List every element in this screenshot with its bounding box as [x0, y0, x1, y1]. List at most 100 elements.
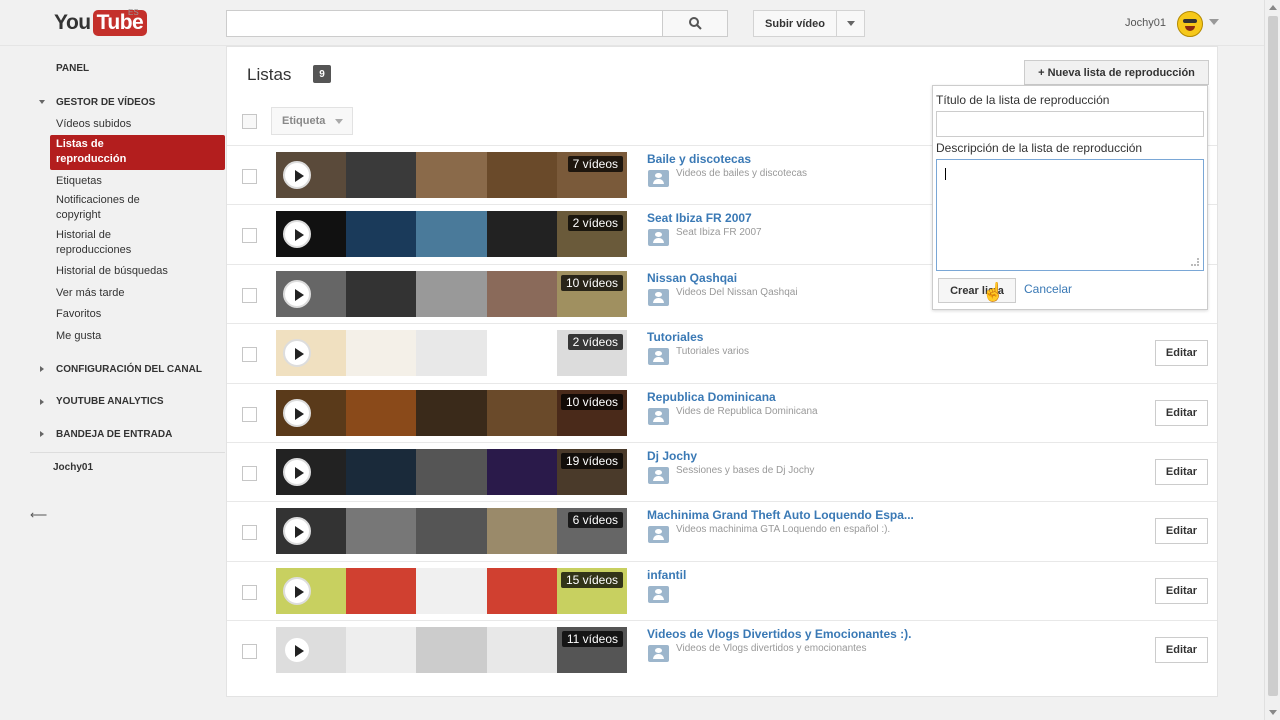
play-icon[interactable] — [283, 576, 311, 605]
playlist-thumbnail[interactable]: 6 vídeos — [276, 508, 627, 555]
select-all-checkbox[interactable] — [242, 114, 257, 129]
edit-button[interactable]: Editar — [1155, 577, 1208, 604]
playlist-title[interactable]: Dj Jochy — [647, 449, 697, 463]
search-button[interactable] — [662, 10, 728, 37]
upload-dropdown-button[interactable] — [836, 10, 865, 37]
play-icon[interactable] — [283, 636, 311, 665]
username[interactable]: Jochy01 — [1125, 17, 1166, 29]
playlist-description: Videos Del Nissan Qashqai — [676, 286, 798, 298]
scroll-up-icon[interactable] — [1269, 5, 1277, 10]
sidebar-item-playlists-label[interactable]: Listas de reproducción — [56, 137, 166, 167]
video-count: 19 vídeos — [560, 453, 623, 469]
row-checkbox[interactable] — [242, 347, 257, 363]
privacy-icon — [648, 229, 669, 247]
row-checkbox[interactable] — [242, 466, 257, 481]
edit-button[interactable]: Editar — [1155, 637, 1208, 664]
thumbnail-frame — [486, 627, 557, 674]
playlist-desc-label: Descripción de la lista de reproducción — [936, 141, 1143, 155]
scrollbar[interactable] — [1264, 0, 1280, 720]
sidebar-item-tags[interactable]: Etiquetas — [56, 174, 216, 189]
upload-button[interactable]: Subir vídeo — [753, 10, 837, 37]
row-checkbox[interactable] — [242, 169, 257, 184]
playlist-row[interactable]: 10 vídeos Republica Dominicana Vides de Re… — [227, 382, 1217, 442]
playlist-desc-textarea[interactable] — [936, 159, 1204, 271]
playlist-title[interactable]: Machinima Grand Theft Auto Loquendo Espa… — [647, 508, 914, 522]
youtube-logo[interactable]: You Tube ES — [54, 8, 148, 36]
row-checkbox[interactable] — [242, 228, 257, 244]
play-icon[interactable] — [283, 458, 311, 486]
edit-button[interactable]: Editar — [1155, 459, 1208, 485]
expand-icon[interactable] — [40, 431, 44, 437]
resize-grip-icon[interactable] — [1191, 258, 1199, 266]
play-icon[interactable] — [283, 161, 311, 189]
sidebar-inbox[interactable]: BANDEJA DE ENTRADA — [56, 429, 172, 440]
sidebar-item-watch-later[interactable]: Ver más tarde — [56, 286, 216, 301]
playlist-title[interactable]: Nissan Qashqai — [647, 271, 737, 285]
expand-icon[interactable] — [39, 100, 45, 104]
sidebar-video-manager[interactable]: GESTOR DE VÍDEOS — [56, 97, 155, 108]
playlist-row[interactable]: 11 vídeos Videos de Vlogs Divertidos y Em… — [227, 620, 1217, 679]
row-checkbox[interactable] — [242, 644, 257, 660]
playlist-thumbnail[interactable]: 10 vídeos — [276, 389, 627, 436]
back-arrow-icon[interactable]: ⟵ — [30, 508, 47, 522]
playlist-row[interactable]: 2 vídeos Tutoriales Tutoriales varios Edita… — [227, 323, 1217, 382]
play-icon[interactable] — [283, 339, 311, 368]
new-playlist-button[interactable]: + Nueva lista de reproducción — [1024, 60, 1209, 85]
sidebar-panel[interactable]: PANEL — [56, 63, 89, 74]
play-icon[interactable] — [283, 279, 311, 308]
sidebar-item-favorites[interactable]: Favoritos — [56, 307, 216, 322]
sidebar-channel-settings[interactable]: CONFIGURACIÓN DEL CANAL — [56, 364, 202, 375]
playlist-row[interactable]: 15 vídeos infantil Editar — [227, 560, 1217, 620]
expand-icon[interactable] — [40, 399, 44, 405]
thumbnail-frame — [416, 330, 487, 377]
text-caret — [945, 168, 946, 180]
scroll-thumb[interactable] — [1268, 16, 1278, 696]
playlist-thumbnail[interactable]: 15 vídeos — [276, 567, 627, 614]
playlist-title[interactable]: infantil — [647, 568, 686, 582]
tag-dropdown[interactable]: Etiqueta — [271, 107, 353, 135]
search-input[interactable] — [226, 10, 663, 37]
thumbnail-frame — [416, 152, 487, 198]
row-checkbox[interactable] — [242, 525, 257, 541]
sidebar-item-copyright[interactable]: Notificaciones de copyright — [56, 193, 151, 223]
sidebar-item-search-history[interactable]: Historial de búsquedas — [56, 264, 216, 279]
sidebar: PANEL GESTOR DE VÍDEOS Vídeos subidos Li… — [0, 46, 225, 720]
playlist-title[interactable]: Baile y discotecas — [647, 152, 751, 166]
playlist-description: Tutoriales varios — [676, 346, 749, 358]
sidebar-back-user[interactable]: Jochy01 — [53, 462, 93, 473]
row-checkbox[interactable] — [242, 287, 257, 303]
playlist-thumbnail[interactable]: 19 vídeos — [276, 449, 627, 495]
sidebar-analytics[interactable]: YOUTUBE ANALYTICS — [56, 396, 164, 407]
playlist-title[interactable]: Videos de Vlogs Divertidos y Emocionante… — [647, 627, 912, 641]
sidebar-item-uploaded-videos[interactable]: Vídeos subidos — [56, 117, 216, 132]
account-menu-caret-icon[interactable] — [1209, 19, 1219, 25]
playlist-thumbnail[interactable]: 2 vídeos — [276, 330, 627, 377]
playlist-thumbnail[interactable]: 10 vídeos — [276, 270, 627, 317]
playlist-description: Vides de Republica Dominicana — [676, 405, 818, 417]
avatar[interactable] — [1177, 11, 1203, 37]
playlist-row[interactable]: 6 vídeos Machinima Grand Theft Auto Loque… — [227, 501, 1217, 560]
edit-button[interactable]: Editar — [1155, 399, 1208, 426]
row-checkbox[interactable] — [242, 406, 257, 422]
playlist-title-input[interactable] — [936, 111, 1204, 137]
thumbnail-frame — [346, 389, 417, 436]
thumbnail-frame — [416, 449, 487, 495]
sidebar-item-likes[interactable]: Me gusta — [56, 329, 216, 344]
playlist-title-label: Título de la lista de reproducción — [936, 93, 1110, 107]
expand-icon[interactable] — [40, 366, 44, 372]
playlist-title[interactable]: Tutoriales — [647, 330, 703, 344]
row-checkbox[interactable] — [242, 584, 257, 600]
sidebar-item-view-history[interactable]: Historial de reproducciones — [56, 228, 146, 258]
playlist-title[interactable]: Republica Dominicana — [647, 390, 776, 404]
edit-button[interactable]: Editar — [1155, 340, 1208, 367]
playlist-row[interactable]: 19 vídeos Dj Jochy Sessiones y bases de Dj… — [227, 442, 1217, 501]
playlist-title[interactable]: Seat Ibiza FR 2007 — [647, 211, 752, 225]
playlist-thumbnail[interactable]: 7 vídeos — [276, 152, 627, 198]
scroll-down-icon[interactable] — [1269, 710, 1277, 715]
play-icon[interactable] — [283, 398, 311, 427]
cancel-link[interactable]: Cancelar — [1024, 282, 1072, 296]
video-count: 11 vídeos — [561, 631, 623, 648]
playlist-thumbnail[interactable]: 11 vídeos — [276, 627, 627, 674]
playlist-thumbnail[interactable]: 2 vídeos — [276, 211, 627, 258]
edit-button[interactable]: Editar — [1155, 518, 1208, 545]
